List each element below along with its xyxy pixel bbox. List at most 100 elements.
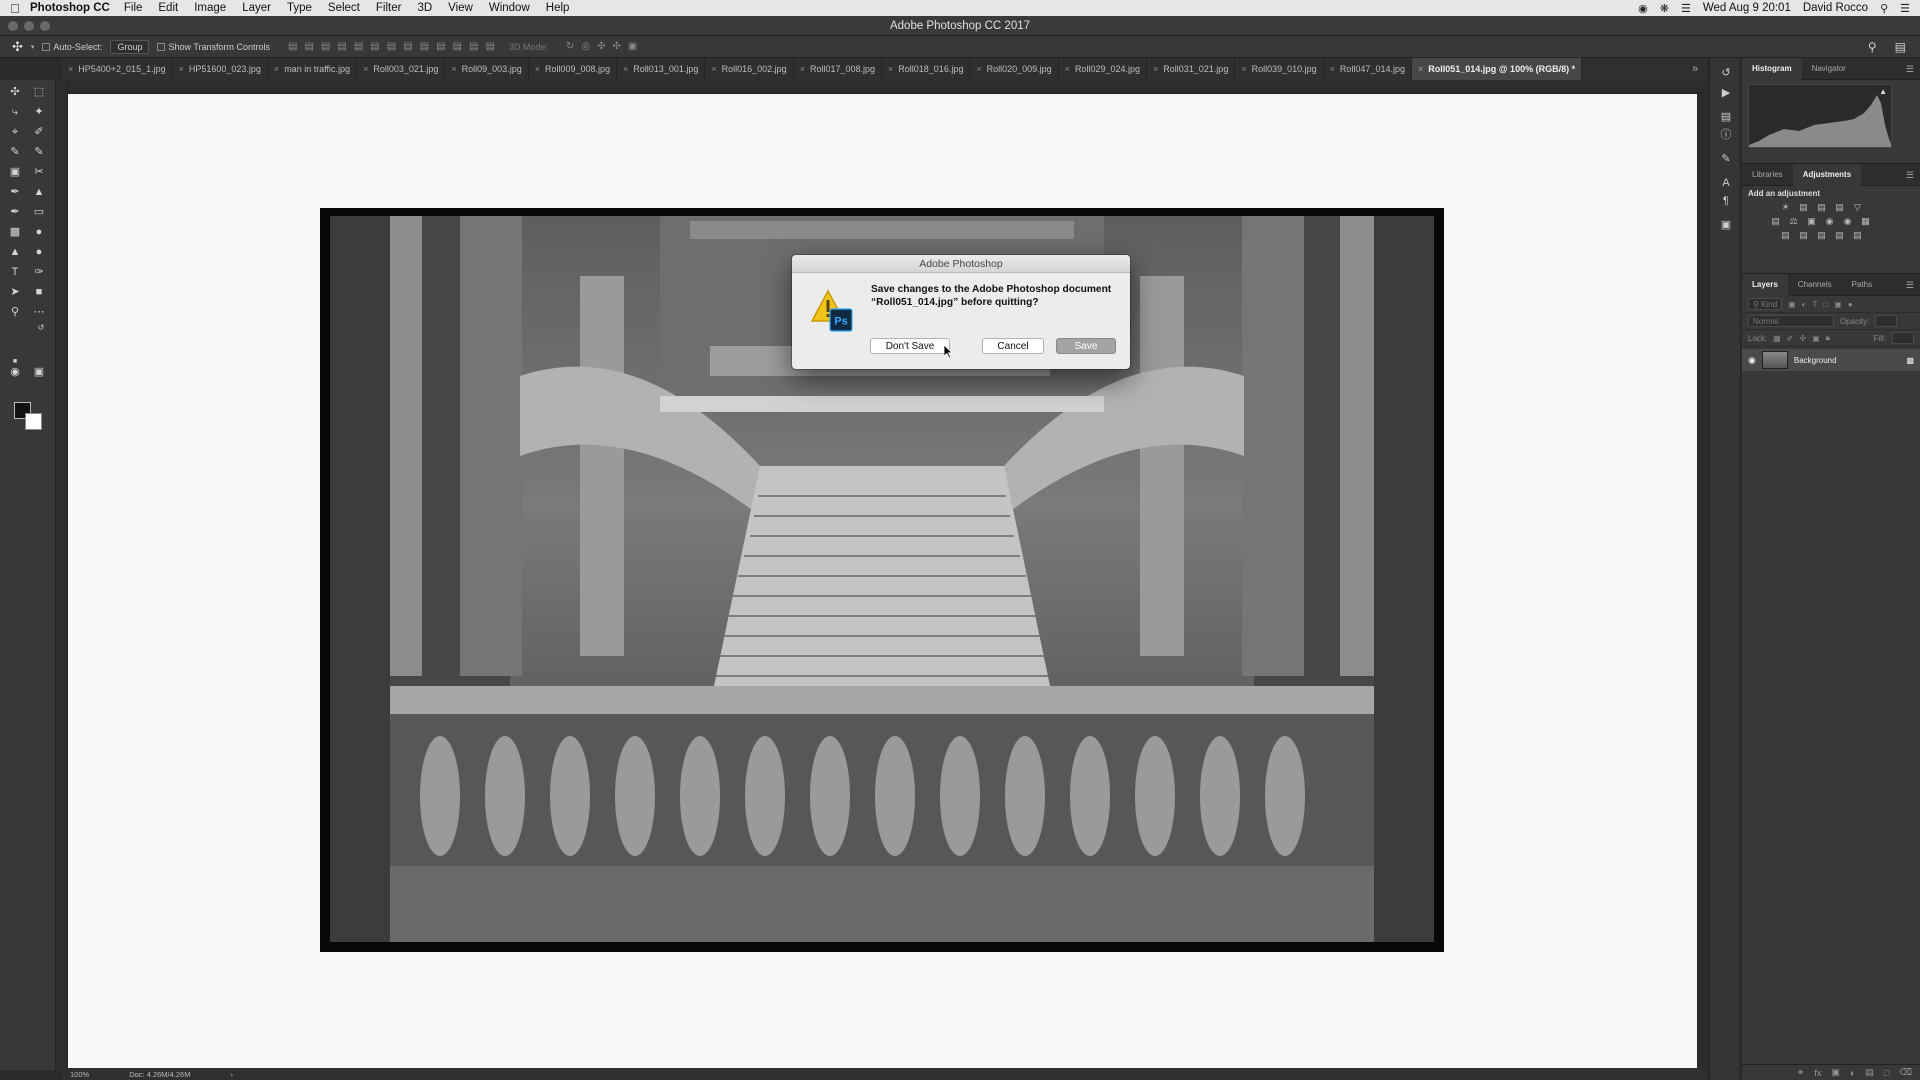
visibility-eye-icon[interactable]: ◉	[1748, 355, 1756, 366]
hue-saturation-icon[interactable]: ▤	[1770, 216, 1781, 227]
close-tab-icon[interactable]: ×	[274, 64, 279, 74]
menu-view[interactable]: View	[448, 2, 473, 14]
filter-toggle-icon[interactable]: ●	[1848, 300, 1853, 309]
close-tab-icon[interactable]: ×	[363, 64, 368, 74]
dodge-tool-icon[interactable]: ●	[30, 244, 48, 260]
quick-mask-icon[interactable]: ◉	[6, 364, 24, 380]
distribute-right-icon[interactable]: ▤	[469, 41, 478, 52]
menu-type[interactable]: Type	[287, 2, 312, 14]
opacity-field[interactable]	[1875, 315, 1898, 327]
auto-align-icon[interactable]: ▤	[485, 41, 494, 52]
menu-help[interactable]: Help	[546, 2, 570, 14]
tab-channels[interactable]: Channels	[1788, 274, 1842, 296]
apple-icon[interactable]: 	[0, 1, 30, 16]
tab-document[interactable]: × Roll031_021.jpg	[1147, 58, 1236, 80]
align-vcenter-icon[interactable]: ▤	[304, 41, 313, 52]
tab-paths[interactable]: Paths	[1842, 274, 1882, 296]
path-selection-tool-icon[interactable]: ➤	[6, 284, 24, 300]
delete-layer-icon[interactable]: ⌫	[1899, 1067, 1912, 1078]
close-window-icon[interactable]	[8, 21, 18, 31]
new-layer-icon[interactable]: □	[1884, 1068, 1889, 1078]
tab-document[interactable]: × Roll003_021.jpg	[357, 58, 446, 80]
layer-thumbnail[interactable]	[1761, 351, 1788, 369]
menu-edit[interactable]: Edit	[158, 2, 178, 14]
curves-icon[interactable]: ▤	[1816, 202, 1827, 213]
shape-filter-icon[interactable]: □	[1823, 300, 1828, 309]
threshold-icon[interactable]: ▤	[1816, 230, 1827, 241]
history-panel-icon[interactable]: ↺	[1719, 66, 1733, 80]
tab-document[interactable]: × HP51600_023.jpg	[173, 58, 268, 80]
clock[interactable]: Wed Aug 9 20:01	[1703, 2, 1791, 14]
distribute-bottom-icon[interactable]: ▤	[420, 41, 429, 52]
tab-document[interactable]: × Roll047_014.jpg	[1324, 58, 1412, 80]
menu-app-name[interactable]: Photoshop CC	[30, 2, 110, 14]
auto-select-dropdown[interactable]: Group	[110, 39, 150, 54]
close-tab-icon[interactable]: ×	[1330, 64, 1335, 74]
user-name[interactable]: David Rocco	[1803, 2, 1868, 14]
more-tabs-icon[interactable]: »	[1692, 58, 1698, 80]
tab-document[interactable]: × Roll009_008.jpg	[529, 58, 618, 80]
type-tool-icon[interactable]: T	[6, 264, 24, 280]
align-bottom-icon[interactable]: ▤	[321, 41, 330, 52]
color-lookup-icon[interactable]: ▦	[1860, 216, 1871, 227]
lock-pixels-icon[interactable]: ✐	[1787, 334, 1794, 343]
distribute-hcenter-icon[interactable]: ▤	[453, 41, 462, 52]
fill-field[interactable]	[1892, 332, 1914, 344]
minimize-window-icon[interactable]	[24, 21, 34, 31]
lock-position-icon[interactable]: ✣	[1799, 334, 1806, 343]
spotlight-search-icon[interactable]: ⚲	[1880, 2, 1888, 15]
close-tab-icon[interactable]: ×	[451, 64, 456, 74]
exposure-icon[interactable]: ▤	[1834, 202, 1845, 213]
tab-document[interactable]: × Roll016_002.jpg	[705, 58, 794, 80]
slice-tool-icon[interactable]: ✂	[30, 164, 48, 180]
close-tab-icon[interactable]: ×	[1241, 64, 1246, 74]
lock-transparent-icon[interactable]: ▦	[1773, 334, 1781, 343]
layer-name[interactable]: Background	[1794, 356, 1837, 365]
marquee-tool-icon[interactable]: ⬚	[30, 84, 48, 100]
gradient-tool-icon[interactable]: ▩	[6, 224, 24, 240]
properties-panel-icon[interactable]: ▤	[1719, 110, 1733, 124]
black-white-icon[interactable]: ▣	[1806, 216, 1817, 227]
zoom-tool-icon[interactable]: ⚲	[6, 304, 24, 320]
lasso-tool-icon[interactable]: ⤷	[6, 104, 24, 120]
brush-panel-icon[interactable]: ✎	[1719, 152, 1733, 166]
3d-drag-icon[interactable]: ✣	[597, 41, 605, 52]
warning-icon[interactable]: ▲	[1879, 87, 1887, 96]
record-icon[interactable]: ◉	[1638, 2, 1648, 15]
add-mask-icon[interactable]: ▣	[1831, 1067, 1840, 1078]
healing-brush-tool-icon[interactable]: ✎	[6, 144, 24, 160]
clone-stamp-tool-icon[interactable]: ▲	[30, 184, 48, 200]
zoom-window-icon[interactable]	[40, 21, 50, 31]
close-tab-icon[interactable]: ×	[68, 64, 73, 74]
tab-document[interactable]: × Roll013_001.jpg	[617, 58, 706, 80]
3d-rotate-icon[interactable]: ↻	[566, 41, 574, 52]
brush-tool-icon[interactable]: ✒	[6, 184, 24, 200]
tab-document[interactable]: × man in traffic.jpg	[268, 58, 358, 80]
magic-wand-tool-icon[interactable]: ✦	[30, 104, 48, 120]
tab-navigator[interactable]: Navigator	[1802, 58, 1856, 80]
new-group-icon[interactable]: ▤	[1865, 1067, 1874, 1078]
tab-libraries[interactable]: Libraries	[1742, 164, 1793, 186]
crop-tool-icon[interactable]: ⌖	[6, 124, 24, 140]
close-tab-icon[interactable]: ×	[711, 64, 716, 74]
wifi-icon[interactable]: ☰	[1681, 2, 1691, 15]
tab-adjustments[interactable]: Adjustments	[1792, 163, 1862, 186]
shape-tool-icon[interactable]: ■	[30, 284, 48, 300]
adjustment-filter-icon[interactable]: ◐	[1802, 300, 1807, 309]
pen-tool-icon[interactable]: ✑	[30, 264, 48, 280]
info-panel-icon[interactable]: ⓘ	[1719, 128, 1733, 142]
search-icon[interactable]: ⚲	[1868, 40, 1877, 54]
document-size[interactable]: Doc: 4.26M/4.26M	[129, 1070, 190, 1079]
zoom-level[interactable]: 100%	[70, 1070, 89, 1079]
chevron-down-icon[interactable]: ▾	[31, 43, 35, 51]
layer-style-icon[interactable]: fx	[1814, 1068, 1821, 1078]
lock-icon[interactable]: ▩	[1906, 356, 1914, 365]
levels-icon[interactable]: ▤	[1798, 202, 1809, 213]
horizontal-ruler[interactable]	[62, 80, 1707, 94]
auto-select-checkbox[interactable]: Auto-Select:	[42, 42, 102, 52]
tab-document[interactable]: × Roll029_024.jpg	[1059, 58, 1147, 80]
swap-colors-icon[interactable]: ↺	[32, 320, 50, 336]
menu-image[interactable]: Image	[194, 2, 226, 14]
frame-tool-icon[interactable]: ▣	[6, 164, 24, 180]
close-tab-icon[interactable]: ×	[976, 64, 981, 74]
